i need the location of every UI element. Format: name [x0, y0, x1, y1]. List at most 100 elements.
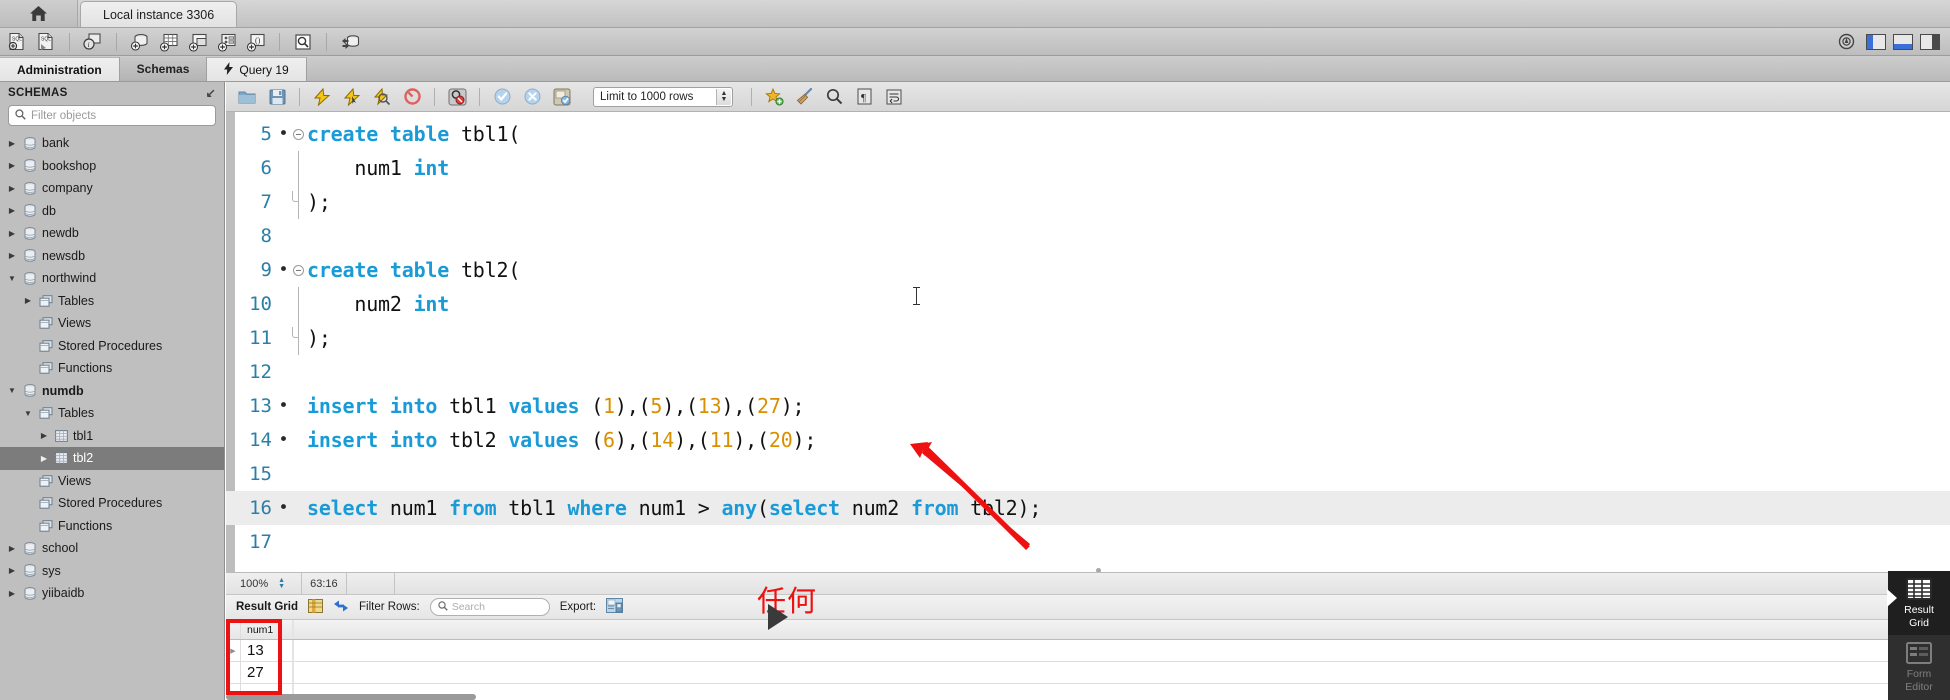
splitter-handle[interactable] [1096, 568, 1101, 572]
toggle-bottom-panel-icon[interactable] [1893, 33, 1913, 50]
code-line-13[interactable]: 13 • insert into tbl1 values (1),(5),(13),… [226, 389, 1950, 423]
lightning-bolt-icon[interactable] [309, 85, 335, 109]
connection-tab[interactable]: Local instance 3306 [80, 1, 238, 27]
grid-cell[interactable]: 27 [241, 662, 293, 683]
tree-item-stored-procedures[interactable]: Stored Procedures [0, 335, 224, 358]
tree-item-yiibaidb[interactable]: yiibaidb [0, 582, 224, 605]
code-line-14[interactable]: 14 • insert into tbl2 values (6),(14),(11)… [226, 423, 1950, 457]
chevron-down-icon[interactable] [6, 386, 18, 395]
help-icon[interactable] [1833, 31, 1859, 53]
tree-item-views[interactable]: Views [0, 312, 224, 335]
table-row[interactable]: 27 [226, 662, 1950, 684]
tree-item-northwind[interactable]: northwind [0, 267, 224, 290]
home-icon[interactable] [0, 0, 78, 27]
tree-item-stored-procedures[interactable]: Stored Procedures [0, 492, 224, 515]
tree-item-tbl1[interactable]: tbl1 [0, 425, 224, 448]
tree-item-db[interactable]: db [0, 200, 224, 223]
tree-item-tbl2[interactable]: tbl2 [0, 447, 224, 470]
sql-code-editor[interactable]: 5 • create table tbl1(6 num1 int 7); 8 9 • crea… [226, 112, 1950, 572]
create-function-icon[interactable]: () [243, 31, 269, 53]
code-line-17[interactable]: 17 [226, 525, 1950, 559]
search-data-icon[interactable] [290, 31, 316, 53]
wrap-lines-icon[interactable] [881, 85, 907, 109]
sql-new-file-icon[interactable]: SQL [4, 31, 30, 53]
chevron-right-icon[interactable] [38, 431, 50, 440]
tree-item-newsdb[interactable]: newsdb [0, 245, 224, 268]
tree-item-tables[interactable]: Tables [0, 290, 224, 313]
autocommit-icon[interactable] [549, 85, 575, 109]
filter-rows-input[interactable] [451, 601, 542, 613]
column-header[interactable]: num1 [241, 620, 293, 639]
chevron-right-icon[interactable] [6, 589, 18, 598]
chevron-down-icon[interactable] [6, 274, 18, 283]
create-schema-icon[interactable] [127, 31, 153, 53]
chevron-right-icon[interactable] [6, 566, 18, 575]
fold-toggle-icon[interactable] [289, 128, 307, 140]
collapse-icon[interactable]: ↙ [206, 86, 216, 100]
chevron-stepper-icon[interactable]: ▲ ▼ [716, 88, 731, 105]
grid-view-icon[interactable] [307, 598, 323, 616]
tree-item-company[interactable]: company [0, 177, 224, 200]
schema-tree[interactable]: bank bookshop company db newdb newsdb northwin… [0, 132, 224, 605]
zoom-level[interactable]: 100% ▲ ▼ [232, 573, 293, 595]
tree-item-functions[interactable]: Functions [0, 515, 224, 538]
commit-check-icon[interactable] [489, 85, 515, 109]
toggle-left-panel-icon[interactable] [1866, 33, 1886, 50]
tree-item-bank[interactable]: bank [0, 132, 224, 155]
server-info-icon[interactable]: i [80, 31, 106, 53]
tab-query-19[interactable]: Query 19 [207, 57, 307, 81]
code-line-16[interactable]: 16 • select num1 from tbl1 where num1 > an… [226, 491, 1950, 525]
tree-item-sys[interactable]: sys [0, 560, 224, 583]
save-icon[interactable] [264, 85, 290, 109]
chevron-right-icon[interactable] [6, 229, 18, 238]
create-table-icon[interactable] [156, 31, 182, 53]
form-editor-tab[interactable]: Form Editor [1888, 635, 1950, 699]
filter-rows-search-box[interactable] [429, 598, 550, 616]
sql-open-file-icon[interactable]: SQL [33, 31, 59, 53]
chevron-right-icon[interactable] [6, 139, 18, 148]
tree-item-school[interactable]: school [0, 537, 224, 560]
tree-item-newdb[interactable]: newdb [0, 222, 224, 245]
code-line-11[interactable]: 11); [226, 321, 1950, 355]
stop-icon[interactable] [399, 85, 425, 109]
tree-item-bookshop[interactable]: bookshop [0, 155, 224, 178]
code-line-10[interactable]: 10 num2 int [226, 287, 1950, 321]
magnifier-icon[interactable] [821, 85, 847, 109]
chevron-right-icon[interactable] [6, 161, 18, 170]
tab-administration[interactable]: Administration [0, 57, 120, 81]
row-limit-select[interactable]: Limit to 1000 rows ▲ ▼ [593, 86, 733, 107]
lightning-magnifier-icon[interactable] [369, 85, 395, 109]
chevron-down-icon[interactable] [22, 409, 34, 418]
create-view-icon[interactable] [185, 31, 211, 53]
chevron-right-icon[interactable] [38, 454, 50, 463]
toggle-right-panel-icon[interactable] [1920, 33, 1940, 50]
grid-cell[interactable]: 13 [241, 640, 293, 661]
code-line-6[interactable]: 6 num1 int [226, 151, 1950, 185]
reconnect-icon[interactable] [337, 31, 363, 53]
export-icon[interactable] [606, 598, 624, 616]
zoom-stepper-icon[interactable]: ▲ ▼ [278, 577, 285, 590]
horizontal-scrollbar[interactable] [226, 694, 476, 700]
create-procedure-icon[interactable] [214, 31, 240, 53]
fold-toggle-icon[interactable] [289, 264, 307, 276]
rollback-cross-icon[interactable] [519, 85, 545, 109]
broom-icon[interactable] [791, 85, 817, 109]
chevron-right-icon[interactable] [6, 206, 18, 215]
result-grid-tab[interactable]: Result Grid [1887, 571, 1950, 635]
chevron-right-icon[interactable] [22, 296, 34, 305]
result-grid[interactable]: num1 ▶ 13 27 [226, 619, 1950, 700]
chevron-right-icon[interactable] [6, 251, 18, 260]
tree-item-views[interactable]: Views [0, 470, 224, 493]
tree-item-numdb[interactable]: numdb [0, 380, 224, 403]
filter-objects-box[interactable] [8, 105, 216, 126]
refresh-icon[interactable] [333, 599, 349, 616]
code-line-15[interactable]: 15 [226, 457, 1950, 491]
pilcrow-icon[interactable]: ¶ [851, 85, 877, 109]
chevron-right-icon[interactable] [6, 544, 18, 553]
star-plus-icon[interactable] [761, 85, 787, 109]
code-line-9[interactable]: 9 • create table tbl2( [226, 253, 1950, 287]
tree-item-tables[interactable]: Tables [0, 402, 224, 425]
tab-schemas[interactable]: Schemas [119, 57, 208, 81]
code-line-12[interactable]: 12 [226, 355, 1950, 389]
table-row[interactable]: ▶ 13 [226, 640, 1950, 662]
